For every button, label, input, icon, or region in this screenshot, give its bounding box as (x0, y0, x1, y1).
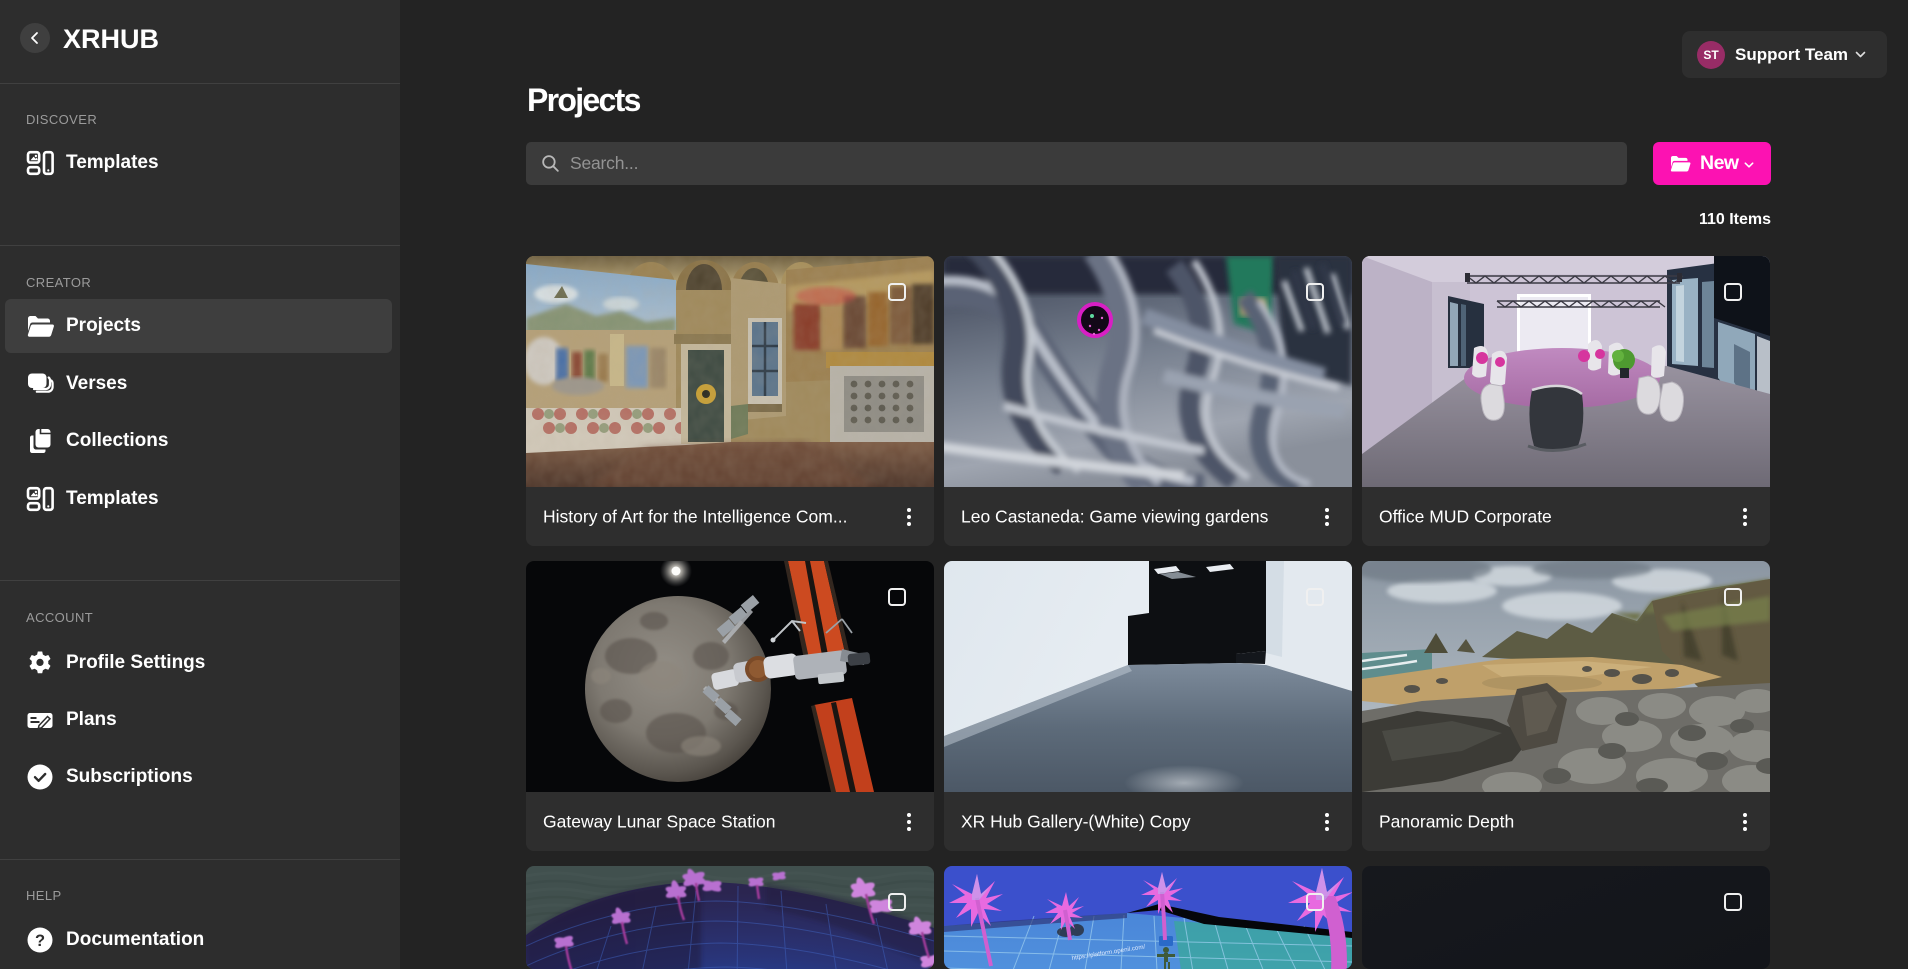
svg-text:?: ? (35, 932, 45, 950)
